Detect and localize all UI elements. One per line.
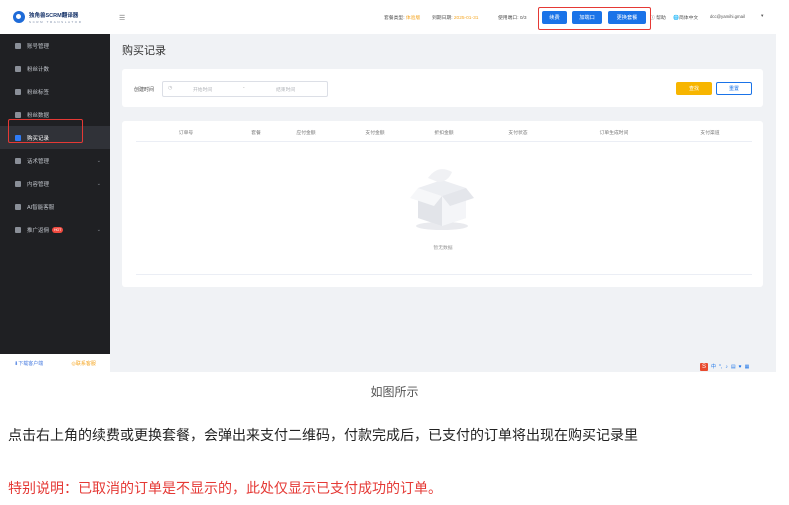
special-note: 特别说明：已取消的订单是不显示的，此处仅显示已支付成功的订单。 bbox=[8, 480, 442, 496]
topbar: ☰ 套餐类型: 体验版 到期日期: 2025-01-31 使用端口: 0/3 续… bbox=[110, 0, 776, 34]
menu-collapse-icon[interactable]: ☰ bbox=[119, 14, 125, 22]
tag-icon bbox=[15, 88, 21, 95]
column-order-no: 订单号 bbox=[178, 131, 194, 136]
highlight-topbar-buttons bbox=[538, 7, 651, 30]
column-pay-channel: 支付渠道 bbox=[700, 131, 720, 136]
logo: 独角兽SCRM翻译器 SCRM TRANSLATOR bbox=[0, 0, 110, 34]
logo-title: 独角兽SCRM翻译器 bbox=[29, 12, 79, 19]
unicorn-logo-icon bbox=[13, 11, 25, 23]
highlight-purchase-records bbox=[8, 119, 83, 143]
ime-chinese-icon[interactable]: 中 bbox=[711, 363, 716, 370]
date-range-picker[interactable]: ◷ 开始时间 - 结束时间 bbox=[162, 81, 328, 97]
reset-button[interactable]: 重置 bbox=[716, 82, 752, 95]
empty-box-icon bbox=[410, 169, 474, 230]
calendar-icon: ◷ bbox=[168, 86, 173, 91]
chevron-down-icon: ⌄ bbox=[96, 157, 101, 164]
start-date-input[interactable]: 开始时间 bbox=[193, 86, 212, 93]
sidebar-item-fan-tags[interactable]: 粉丝标签 bbox=[0, 80, 110, 103]
account-icon bbox=[15, 42, 21, 49]
ime-keyboard-icon[interactable]: ▤ bbox=[731, 364, 736, 370]
ime-grid-icon[interactable]: ▦ bbox=[745, 364, 750, 370]
chart-icon bbox=[15, 111, 21, 118]
language-selector[interactable]: 🌐简体中文 bbox=[673, 14, 698, 21]
folder-icon bbox=[15, 180, 21, 187]
ime-skin-icon[interactable]: ♥ bbox=[739, 364, 742, 370]
filter-label: 创建时间 bbox=[134, 87, 155, 93]
end-date-input[interactable]: 结束时间 bbox=[276, 86, 295, 93]
sidebar-item-scripts[interactable]: 话术管理 ⌄ bbox=[0, 149, 110, 172]
table-bottom-divider bbox=[136, 274, 752, 275]
empty-state-text: 暂无数据 bbox=[433, 246, 453, 251]
plan-info: 套餐类型: 体验版 bbox=[384, 16, 421, 21]
sidebar-item-accounts[interactable]: 账号管理 bbox=[0, 34, 110, 57]
column-amount-paid: 支付金额 bbox=[365, 131, 385, 136]
column-amount-due: 应付金额 bbox=[296, 131, 316, 136]
column-pay-status: 支付状态 bbox=[508, 131, 528, 136]
column-discount: 折扣金额 bbox=[434, 131, 454, 136]
column-created-time: 订单生成时间 bbox=[599, 131, 629, 136]
sidebar-item-affiliate[interactable]: 推广返佣 HOT ⌄ bbox=[0, 218, 110, 241]
figure-caption: 如图所示 bbox=[370, 385, 419, 399]
logo-subtitle: SCRM TRANSLATOR bbox=[29, 19, 83, 24]
help-link[interactable]: ⓘ 帮助 bbox=[650, 14, 666, 21]
range-separator: - bbox=[243, 86, 245, 91]
sidebar: 独角兽SCRM翻译器 SCRM TRANSLATOR 账号管理 粉丝计数 粉丝标… bbox=[0, 0, 110, 372]
share-icon bbox=[15, 226, 21, 233]
ime-toolbar: S 中 °, ♪ ▤ ♥ ▦ bbox=[700, 361, 776, 372]
app-screenshot: 独角兽SCRM翻译器 SCRM TRANSLATOR 账号管理 粉丝计数 粉丝标… bbox=[0, 0, 776, 372]
user-email[interactable]: dcc@yamihi.gmail bbox=[710, 14, 745, 19]
ime-logo-icon[interactable]: S bbox=[700, 362, 708, 371]
column-plan: 套餐 bbox=[251, 131, 261, 136]
contact-service-link[interactable]: ◎联系客服 bbox=[72, 360, 96, 367]
sidebar-item-content[interactable]: 内容管理 ⌄ bbox=[0, 172, 110, 195]
chevron-down-icon[interactable]: ▾ bbox=[761, 14, 763, 19]
hot-badge: HOT bbox=[52, 226, 64, 233]
sidebar-item-fan-count[interactable]: 粉丝计数 bbox=[0, 57, 110, 80]
expire-info: 到期日期: 2025-01-31 bbox=[432, 16, 479, 21]
chevron-down-icon: ⌄ bbox=[96, 226, 101, 233]
sidebar-item-ai-service[interactable]: AI智能客服 bbox=[0, 195, 110, 218]
page-title: 购买记录 bbox=[122, 45, 166, 57]
download-client-link[interactable]: ⬇下载客户端 bbox=[14, 360, 43, 367]
users-icon bbox=[15, 65, 21, 72]
chevron-down-icon: ⌄ bbox=[96, 180, 101, 187]
ime-punct-icon[interactable]: °, bbox=[719, 364, 722, 370]
ime-mic-icon[interactable]: ♪ bbox=[725, 364, 728, 370]
instruction-text: 点击右上角的续费或更换套餐，会弹出来支付二维码，付款完成后，已支付的订单将出现在… bbox=[8, 427, 638, 443]
table-header-divider bbox=[136, 141, 752, 142]
robot-icon bbox=[15, 203, 21, 210]
chat-icon bbox=[15, 157, 21, 164]
sidebar-footer: ⬇下载客户端 ◎联系客服 bbox=[0, 354, 110, 372]
ports-info: 使用端口: 0/3 bbox=[498, 16, 527, 21]
search-button[interactable]: 查找 bbox=[676, 82, 712, 95]
